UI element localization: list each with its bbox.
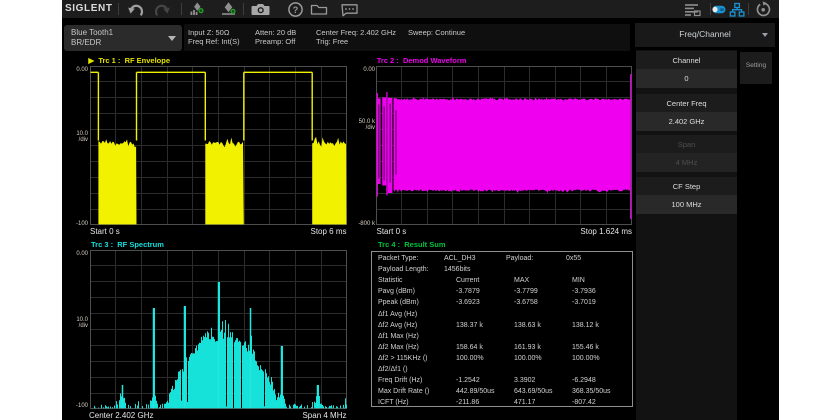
svg-text:?: ? [293, 5, 299, 15]
